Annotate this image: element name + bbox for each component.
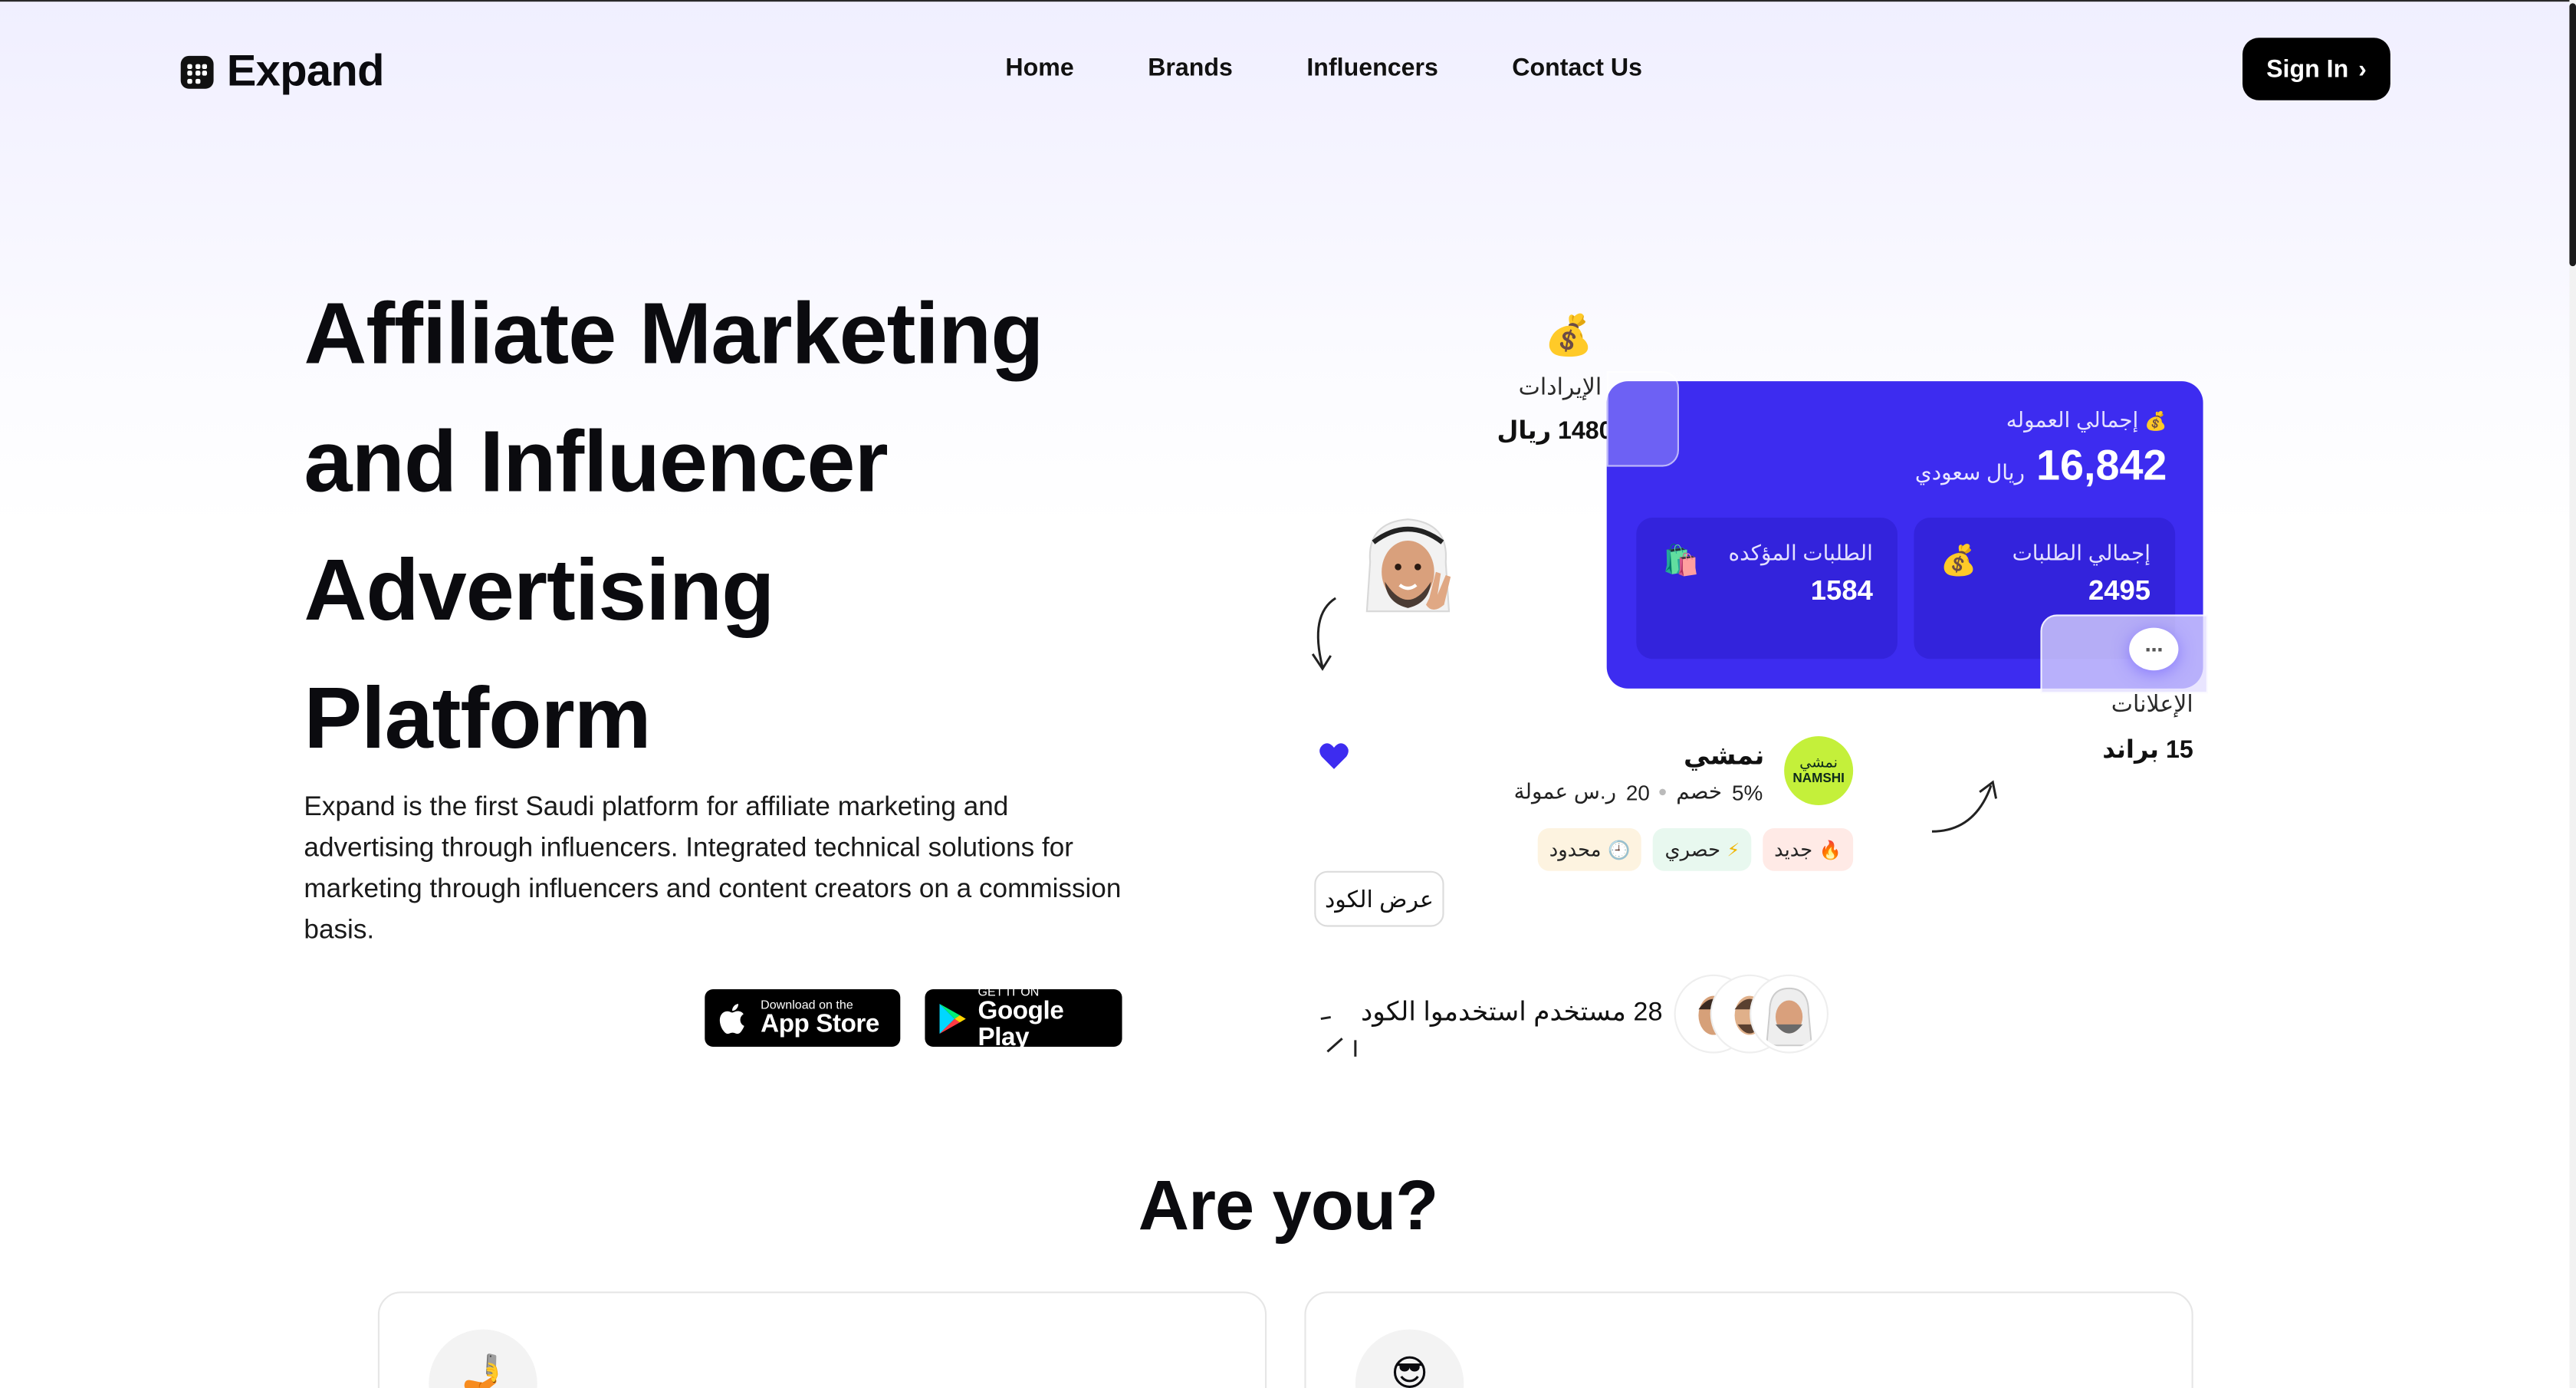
- main-nav: Home Brands Influencers Contact Us: [1005, 54, 1642, 82]
- offer-tags: 🔥 جديد ⚡ حصري 🕘 محدود: [1528, 828, 1854, 871]
- users-used-code-text: 28 مستخدم استخدموا الكود: [1360, 998, 1663, 1028]
- scrollbar-thumb[interactable]: [2569, 3, 2576, 267]
- nav-contact-us[interactable]: Contact Us: [1512, 54, 1642, 82]
- app-store-big-text: App Store: [761, 1009, 879, 1038]
- revenue-value: 14800 ريال: [1497, 417, 1627, 446]
- discount-label: خصم: [1676, 778, 1723, 804]
- brand-name: Expand: [226, 46, 385, 96]
- show-code-button[interactable]: عرض الكود: [1314, 870, 1444, 927]
- commission-label: 💰 إجمالي العموله: [2006, 407, 2167, 433]
- offer-brand-name: نمشي: [1683, 742, 1765, 771]
- sign-in-label: Sign In: [2266, 54, 2349, 84]
- tag-exclusive-label: حصري: [1664, 837, 1721, 861]
- brand-logo[interactable]: Expand: [180, 46, 385, 97]
- tag-exclusive: ⚡ حصري: [1653, 828, 1752, 871]
- money-bag-icon: 💰: [1544, 314, 1594, 359]
- namshi-logo-arabic: نمشي: [1799, 754, 1838, 771]
- glass-overlay: [2040, 614, 2208, 694]
- money-bag-icon: 💰: [2144, 412, 2167, 433]
- app-store-button[interactable]: Download on the App Store: [705, 989, 901, 1047]
- hero-title-line: Advertising: [304, 542, 774, 640]
- shopping-bags-icon: 🛍️: [1662, 544, 1700, 577]
- chevron-right-icon: ›: [2358, 54, 2367, 84]
- app-store-small-text: Download on the: [761, 996, 853, 1011]
- commission-amount: 20: [1625, 779, 1650, 804]
- commission-label-text: إجمالي العموله: [2006, 407, 2139, 433]
- avatar: [1751, 975, 1827, 1052]
- separator-dot: [1659, 788, 1667, 796]
- grid-logo-icon: [180, 54, 214, 88]
- hero-title-line: Platform: [304, 670, 651, 768]
- money-bag-icon: 💰: [1940, 544, 1977, 577]
- tag-limited: 🕘 محدود: [1537, 828, 1642, 871]
- nav-influencers[interactable]: Influencers: [1306, 54, 1438, 82]
- nav-home[interactable]: Home: [1005, 54, 1073, 82]
- hero-description: Expand is the first Saudi platform for a…: [304, 791, 1122, 946]
- tag-new-label: جديد: [1774, 837, 1813, 861]
- spark-lines-icon: [1320, 1015, 1357, 1057]
- hero-title-line: Affiliate Marketing: [304, 285, 1043, 383]
- total-orders-label: إجمالي الطلبات: [2012, 541, 2150, 566]
- clock-icon: 🕘: [1608, 840, 1631, 860]
- offer-meta: 5% خصم 20 ر.س عمولة: [1479, 779, 1763, 805]
- namshi-logo: نمشي NAMSHI: [1784, 736, 1854, 805]
- commission-amount-label: ر.س عمولة: [1513, 778, 1617, 804]
- glass-overlay: [1606, 371, 1679, 467]
- total-orders-value: 2495: [2088, 575, 2150, 607]
- fire-icon: 🔥: [1819, 840, 1842, 860]
- discount-value: 5%: [1732, 779, 1763, 804]
- heart-icon[interactable]: [1318, 739, 1351, 772]
- tag-new: 🔥 جديد: [1763, 828, 1854, 871]
- chat-bubble-icon: ···: [2129, 627, 2179, 671]
- tag-limited-label: محدود: [1549, 837, 1602, 861]
- hero-title-line: and Influencer: [304, 414, 888, 511]
- hero-title: Affiliate Marketing and Influencer Adver…: [304, 271, 1158, 784]
- confirmed-orders-label: الطلبات المؤكده: [1728, 541, 1873, 566]
- commission-total: 16,842 ريال سعودي: [1915, 440, 2167, 491]
- apple-icon: [719, 1003, 744, 1033]
- role-card-brand[interactable]: 😎: [1304, 1291, 2193, 1388]
- selfie-icon: 🤳: [429, 1329, 537, 1388]
- curved-arrow-down-icon: [1311, 597, 1336, 671]
- ads-value: 15 براند: [2102, 736, 2193, 765]
- user-avatar-stack: [1675, 975, 1827, 1052]
- window-top-border: [0, 0, 2576, 2]
- sunglasses-face-icon: 😎: [1355, 1329, 1464, 1388]
- google-play-small-text: GET IT ON: [978, 983, 1040, 998]
- curved-arrow-up-icon: [1931, 780, 1998, 833]
- ads-label: الإعلانات: [2111, 690, 2193, 717]
- influencer-avatar: [1365, 518, 1451, 613]
- namshi-logo-latin: NAMSHI: [1792, 770, 1845, 786]
- sign-in-button[interactable]: Sign In ›: [2242, 38, 2390, 100]
- section-title: Are you?: [1138, 1166, 1439, 1246]
- commission-currency: ريال سعودي: [1914, 460, 2026, 485]
- google-play-big-text: Google Play: [978, 996, 1064, 1051]
- lightning-icon: ⚡: [1727, 840, 1740, 860]
- landing-page: Expand Home Brands Influencers Contact U…: [0, 0, 2576, 1388]
- commission-value: 16,842: [2036, 440, 2167, 490]
- google-play-icon: [939, 1002, 966, 1034]
- confirmed-orders-value: 1584: [1810, 575, 1873, 607]
- google-play-button[interactable]: GET IT ON Google Play: [925, 985, 1122, 1050]
- confirmed-orders-tile: 🛍️ الطلبات المؤكده 1584: [1636, 518, 1898, 659]
- revenue-label: الإيرادات: [1518, 373, 1602, 400]
- nav-brands[interactable]: Brands: [1148, 54, 1233, 82]
- role-card-influencer[interactable]: 🤳: [377, 1291, 1267, 1388]
